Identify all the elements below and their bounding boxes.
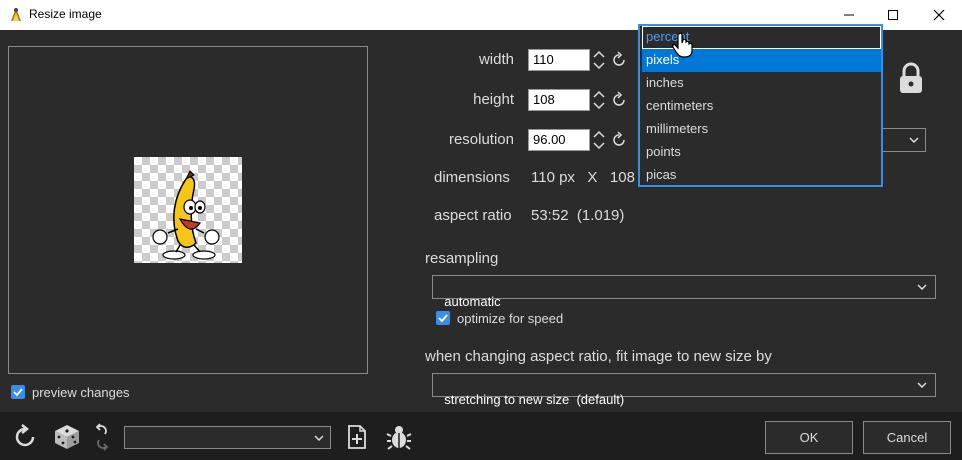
chevron-down-icon [917, 382, 927, 388]
height-input[interactable]: 108 [528, 89, 590, 111]
resolution-input[interactable]: 96.00 [528, 129, 590, 151]
unit-option-points[interactable]: points [642, 141, 881, 164]
resampling-value: automatic [444, 294, 501, 309]
unit-option-inches[interactable]: inches [642, 72, 881, 95]
new-preset-icon[interactable] [347, 425, 367, 449]
chevron-down-icon [314, 435, 324, 441]
window-title: Resize image [29, 7, 102, 21]
resampling-label: resampling [425, 250, 499, 267]
aspect-ratio-value: 53:52 (1.019) [531, 207, 625, 224]
optimize-speed-checkbox[interactable] [436, 311, 450, 325]
preview-panel [8, 46, 368, 374]
resolution-reset-icon[interactable] [610, 131, 628, 149]
chevron-down-icon [909, 137, 919, 143]
cancel-button[interactable]: Cancel [863, 421, 951, 454]
checkmark-icon [438, 314, 448, 323]
undo-redo-icon[interactable] [94, 422, 110, 452]
unit-option-picas[interactable]: picas [642, 164, 881, 187]
maximize-icon [888, 10, 898, 20]
bug-icon[interactable] [386, 424, 412, 450]
resolution-spinner-icon[interactable] [592, 129, 606, 151]
close-icon [933, 9, 945, 21]
preview-image [134, 157, 242, 263]
hand-cursor-icon [672, 32, 693, 58]
width-input[interactable]: 110 [528, 49, 590, 71]
aspect-ratio-label: aspect ratio [434, 207, 512, 224]
close-button[interactable] [916, 0, 962, 30]
unit-option-millimeters[interactable]: millimeters [642, 118, 881, 141]
optimize-speed-label: optimize for speed [457, 311, 564, 326]
fit-mode-select[interactable]: stretching to new size (default) [432, 373, 936, 407]
unit-option-centimeters[interactable]: centimeters [642, 95, 881, 118]
preset-select[interactable] [124, 426, 331, 449]
ok-button[interactable]: OK [765, 421, 853, 454]
dimensions-label: dimensions [434, 169, 510, 186]
height-spinner-icon[interactable] [592, 89, 606, 111]
preview-changes-label: preview changes [32, 385, 130, 400]
width-label: width [478, 51, 514, 68]
minimize-icon [844, 14, 854, 16]
height-reset-icon[interactable] [610, 91, 628, 109]
fit-label: when changing aspect ratio, fit image to… [425, 348, 772, 365]
dimensions-value: 110 px X 108 [531, 169, 635, 186]
lock-icon[interactable] [898, 62, 924, 94]
app-icon [11, 8, 21, 21]
fit-mode-value: stretching to new size (default) [444, 392, 625, 407]
checkmark-icon [13, 388, 23, 397]
banana-image [152, 170, 220, 260]
width-reset-icon[interactable] [610, 51, 628, 69]
reset-all-icon[interactable] [12, 424, 38, 450]
unit-select[interactable] [880, 128, 926, 152]
dice-icon[interactable] [53, 423, 81, 451]
height-label: height [473, 91, 514, 108]
resampling-select[interactable]: automatic [432, 275, 936, 309]
width-spinner-icon[interactable] [592, 49, 606, 71]
chevron-down-icon [917, 284, 927, 290]
preview-changes-checkbox[interactable] [11, 385, 25, 399]
resolution-label: resolution [448, 131, 514, 148]
